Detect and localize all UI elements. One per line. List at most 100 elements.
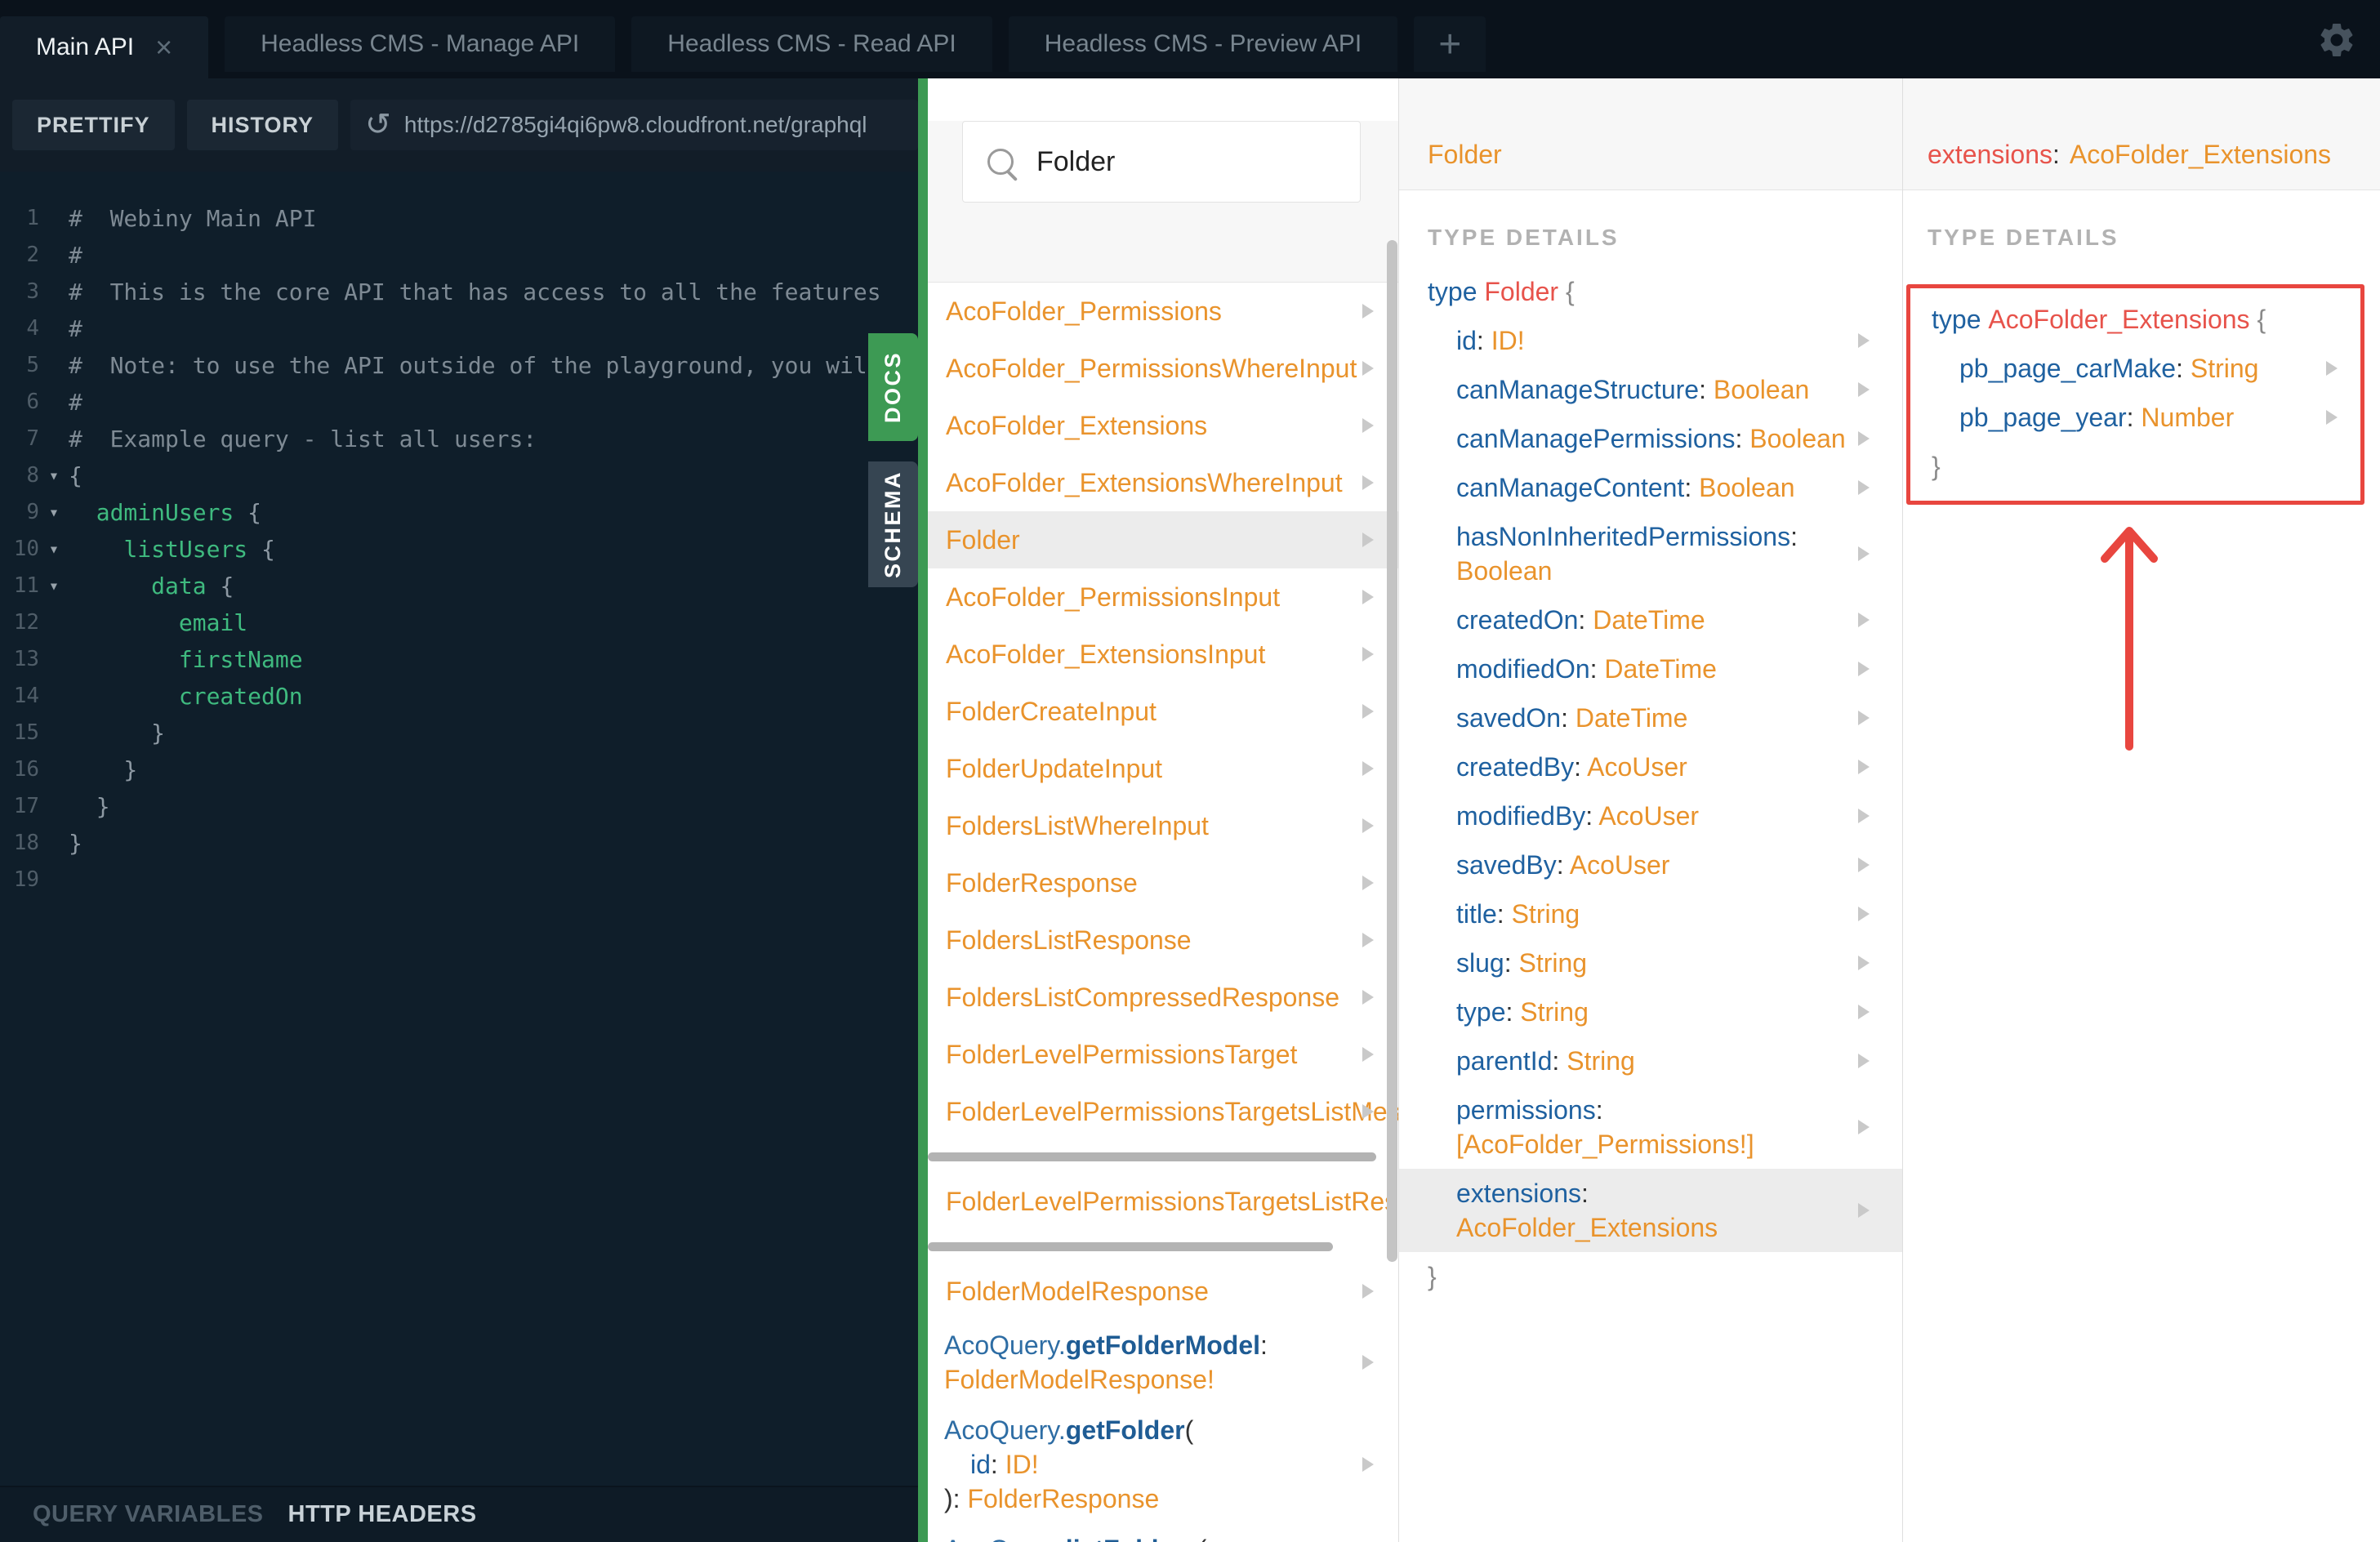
field-row[interactable]: parentId: String <box>1399 1036 1902 1085</box>
type-label: FolderLevelPermissionsTargetsListRespons… <box>946 1186 1398 1216</box>
gear-icon <box>2320 24 2353 56</box>
field-row[interactable]: id: ID! <box>1399 316 1902 365</box>
list-item[interactable]: AcoFolder_PermissionsWhereInput <box>928 340 1398 397</box>
list-item[interactable]: AcoFolder_ExtensionsWhereInput <box>928 454 1398 511</box>
list-item[interactable]: AcoQuery.getFolderModel: FolderModelRespo… <box>928 1320 1398 1405</box>
fold-arrow-icon[interactable]: ▾ <box>39 494 69 531</box>
endpoint-url: https://d2785gi4qi6pw8.cloudfront.net/gr… <box>403 112 867 137</box>
http-headers-tab[interactable]: HTTP HEADERS <box>288 1501 477 1528</box>
type-label: AcoFolder_PermissionsInput <box>946 582 1281 612</box>
docs-search-box[interactable] <box>962 121 1361 203</box>
list-item[interactable]: FolderUpdateInput <box>928 740 1398 797</box>
tab-label: Headless CMS - Preview API <box>1044 30 1362 57</box>
field-row[interactable]: savedBy: AcoUser <box>1399 840 1902 889</box>
list-item[interactable]: AcoFolder_Extensions <box>928 397 1398 454</box>
field-row[interactable]: hasNonInheritedPermissions: Boolean <box>1399 512 1902 595</box>
field-row[interactable]: type: String <box>1399 987 1902 1036</box>
list-item[interactable]: FolderModelResponse <box>928 1263 1398 1320</box>
field-row[interactable]: canManageContent: Boolean <box>1399 463 1902 512</box>
code-line: 1 # Webiny Main API <box>0 200 918 237</box>
field-row[interactable]: savedOn: DateTime <box>1399 693 1902 742</box>
field-list: id: ID! canManageStructure: Boolean canMan… <box>1399 316 1902 1252</box>
code-line: 12 email <box>0 604 918 641</box>
annotation-highlight-box: type AcoFolder_Extensions { pb_page_carM… <box>1906 284 2364 505</box>
field-row[interactable]: modifiedBy: AcoUser <box>1399 791 1902 840</box>
docs-side-tab[interactable]: DOCS <box>868 333 918 441</box>
list-item[interactable]: AcoFolder_PermissionsInput <box>928 568 1398 626</box>
bottom-bar: QUERY VARIABLES HTTP HEADERS <box>0 1486 918 1542</box>
field-row[interactable]: modifiedOn: DateTime <box>1399 644 1902 693</box>
tab-bar: Main API × Headless CMS - Manage API Headle… <box>0 0 2380 78</box>
list-item[interactable]: Folder <box>928 511 1398 568</box>
list-item[interactable]: FolderLevelPermissionsTargetsListMeta <box>928 1083 1398 1140</box>
list-item[interactable]: FolderResponse <box>928 854 1398 911</box>
field-row[interactable]: permissions: [AcoFolder_Permissions!] <box>1399 1085 1902 1169</box>
tab-main-api[interactable]: Main API × <box>0 16 209 78</box>
line-number: 19 <box>13 867 39 892</box>
horizontal-scrollbar[interactable] <box>928 1241 1333 1251</box>
field-row[interactable]: extensions: AcoFolder_Extensions <box>1399 1169 1902 1252</box>
search-input[interactable] <box>1035 145 1348 179</box>
field-row[interactable]: slug: String <box>1399 938 1902 987</box>
list-item[interactable]: FoldersListCompressedResponse <box>928 969 1398 1026</box>
chevron-right-icon <box>1858 613 1870 627</box>
field-name: modifiedBy <box>1456 801 1586 831</box>
code-text: } <box>69 720 166 746</box>
field-type: Number <box>2141 403 2235 432</box>
panel-header: Folder <box>1399 78 1902 190</box>
docs-result-list: AcoFolder_Permissions AcoFolder_Permissio… <box>928 283 1398 1542</box>
field-row[interactable]: pb_page_carMake: String <box>1910 344 2360 393</box>
line-number: 16 <box>13 757 39 782</box>
field-row[interactable]: pb_page_year: Number <box>1910 393 2360 442</box>
list-item[interactable]: AcoQuery.getFolder(id: ID!): FolderRespo… <box>928 1405 1398 1524</box>
vertical-scrollbar[interactable] <box>1387 240 1397 1262</box>
new-tab-button[interactable]: + <box>1414 16 1486 72</box>
field-name: savedOn <box>1456 703 1562 733</box>
fold-arrow-icon[interactable]: ▾ <box>39 457 69 494</box>
horizontal-scrollbar[interactable] <box>928 1152 1376 1161</box>
query-editor[interactable]: 1 # Webiny Main API 2 #3 # This is the core … <box>0 172 918 1486</box>
endpoint-url-bar[interactable]: ↺ https://d2785gi4qi6pw8.cloudfront.net/… <box>350 100 918 150</box>
code-text: listUsers { <box>123 536 275 563</box>
close-icon[interactable]: × <box>155 33 172 62</box>
fold-arrow-icon[interactable]: ▾ <box>39 531 69 568</box>
settings-button[interactable] <box>2316 20 2357 60</box>
type-details-panel: Folder TYPE DETAILS type Folder { id: ID… <box>1399 78 1903 1542</box>
line-number: 3 <box>26 279 39 304</box>
tab-headless-cms-preview-api[interactable]: Headless CMS - Preview API <box>1008 16 1398 72</box>
field-row[interactable]: createdBy: AcoUser <box>1399 742 1902 791</box>
fold-gutter <box>39 310 69 347</box>
field-row[interactable]: canManageStructure: Boolean <box>1399 365 1902 414</box>
tab-headless-cms-read-api[interactable]: Headless CMS - Read API <box>631 16 992 72</box>
field-type: AcoUser <box>1598 801 1700 831</box>
chevron-right-icon <box>1362 1355 1374 1370</box>
history-button[interactable]: HISTORY <box>186 100 339 150</box>
query-variables-tab[interactable]: QUERY VARIABLES <box>33 1501 264 1528</box>
chevron-right-icon <box>1858 546 1870 561</box>
line-number: 10 <box>13 537 39 561</box>
prettify-button[interactable]: PRETTIFY <box>12 100 175 150</box>
field-row[interactable]: title: String <box>1399 889 1902 938</box>
code-line: 5 # Note: to use the API outside of the p… <box>0 347 918 384</box>
list-item[interactable]: FoldersListResponse <box>928 911 1398 969</box>
list-item[interactable]: FoldersListWhereInput <box>928 797 1398 854</box>
panel-divider[interactable] <box>918 78 928 1542</box>
list-item[interactable]: FolderLevelPermissionsTargetsListRespons… <box>928 1173 1398 1230</box>
schema-side-tab[interactable]: SCHEMA <box>868 461 918 587</box>
type-label: FoldersListResponse <box>946 925 1192 955</box>
fold-gutter <box>39 604 69 641</box>
fold-arrow-icon[interactable]: ▾ <box>39 568 69 604</box>
list-item[interactable]: AcoFolder_ExtensionsInput <box>928 626 1398 683</box>
list-item[interactable]: AcoFolder_Permissions <box>928 283 1398 340</box>
panel-title: Folder <box>1428 139 1502 169</box>
code-line: 19 <box>0 862 918 898</box>
code-line: 18} <box>0 825 918 862</box>
list-item[interactable]: FolderCreateInput <box>928 683 1398 740</box>
tab-headless-cms-manage-api[interactable]: Headless CMS - Manage API <box>225 16 616 72</box>
fold-gutter <box>39 421 69 457</box>
field-row[interactable]: canManagePermissions: Boolean <box>1399 414 1902 463</box>
docs-panel: AcoFolder_Permissions AcoFolder_Permissio… <box>928 78 1399 1542</box>
field-row[interactable]: createdOn: DateTime <box>1399 595 1902 644</box>
list-item[interactable]: FolderLevelPermissionsTarget <box>928 1026 1398 1083</box>
list-item[interactable]: AcoQuery.listFolders(where: FoldersListW… <box>928 1524 1398 1542</box>
